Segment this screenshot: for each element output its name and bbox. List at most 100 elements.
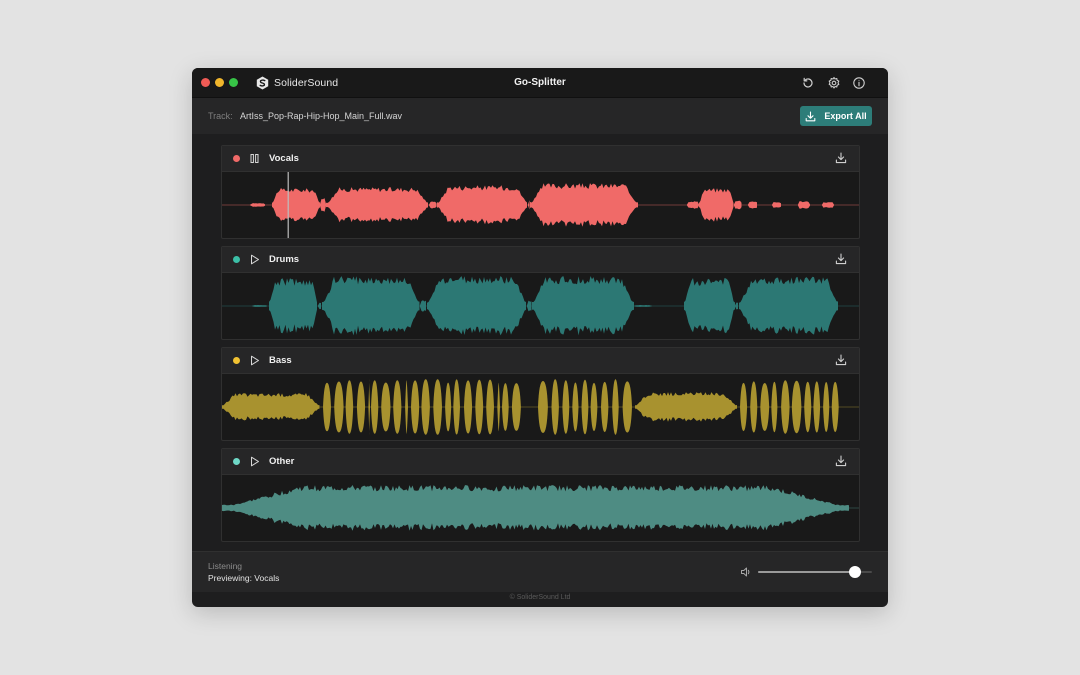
waveform-pulse (551, 379, 559, 435)
play-icon[interactable] (249, 355, 260, 366)
waveform-pulse (464, 380, 473, 434)
pause-icon[interactable] (249, 153, 260, 164)
stem-other: Other (221, 448, 860, 542)
waveform-pulse (740, 382, 748, 432)
stem-header: Vocals (222, 146, 859, 172)
waveform-segment (734, 200, 742, 210)
waveform-segment (822, 202, 834, 208)
download-icon[interactable] (835, 253, 847, 265)
waveform[interactable] (222, 172, 859, 238)
status-label: Listening (208, 561, 243, 571)
waveform-pulse (823, 382, 830, 432)
waveform-pulse (345, 380, 354, 434)
waveform-segment (222, 393, 320, 421)
waveform-pulse (445, 382, 452, 432)
waveform-segment (687, 201, 699, 209)
download-icon[interactable] (835, 455, 847, 467)
waveform-pulse (381, 382, 391, 432)
play-icon[interactable] (249, 456, 260, 467)
stem-bass: Bass (221, 347, 860, 441)
stem-color-dot (233, 155, 240, 162)
waveform-segment (532, 276, 634, 336)
play-icon[interactable] (249, 254, 260, 265)
stem-color-dot (233, 256, 240, 263)
waveform-segment (699, 188, 734, 222)
stem-header: Bass (222, 348, 859, 374)
track-label: Track: (208, 111, 233, 121)
waveform-pulse (804, 381, 812, 433)
waveform-pulse (612, 379, 619, 435)
waveform-pulse (760, 383, 770, 431)
stem-header: Drums (222, 247, 859, 273)
waveform-segment (326, 187, 428, 223)
waveform-segment (735, 302, 738, 310)
waveform-pulse (433, 379, 442, 435)
waveform-pulse (356, 381, 366, 433)
waveform[interactable] (222, 475, 859, 541)
waveform-segment (420, 300, 426, 312)
waveform-pulse (371, 380, 379, 434)
download-icon[interactable] (835, 354, 847, 366)
waveform-pulse (750, 381, 758, 433)
speaker-icon[interactable] (740, 566, 752, 578)
waveform-pulse (538, 381, 548, 433)
volume-fill (758, 571, 855, 573)
app-window: SoliderSound Go-Splitter Track: ArtIss_P (192, 68, 888, 607)
waveform-segment (437, 185, 527, 225)
waveform-segment (222, 485, 849, 531)
stem-color-dot (233, 357, 240, 364)
waveform-segment (318, 302, 321, 310)
waveform-pulse (511, 383, 521, 431)
volume-thumb[interactable] (848, 566, 861, 578)
waveform-pulse (486, 379, 494, 435)
stem-name: Bass (269, 355, 292, 366)
waveform-pulse (581, 379, 589, 435)
waveform-segment (269, 278, 317, 334)
waveform-pulse (497, 382, 500, 432)
waveform-pulse (572, 382, 579, 432)
export-all-button[interactable]: Export All (800, 106, 872, 126)
waveform[interactable] (222, 273, 859, 339)
waveform-pulse (475, 379, 484, 435)
waveform-segment (739, 276, 838, 335)
waveform-pulse (813, 381, 821, 433)
waveform-pulse (771, 381, 778, 433)
waveform-pulse (562, 380, 570, 434)
stem-name: Other (269, 456, 295, 467)
waveform[interactable] (222, 374, 859, 440)
undo-icon[interactable] (801, 76, 815, 90)
waveform-pulse (405, 380, 408, 434)
waveform-segment (272, 188, 320, 222)
volume-slider[interactable] (758, 566, 872, 578)
waveform-pulse (590, 382, 598, 432)
waveform-segment (772, 202, 781, 208)
info-icon[interactable] (852, 76, 866, 90)
waveform-pulse (368, 379, 370, 435)
waveform-pulse (781, 380, 790, 434)
stem-color-dot (233, 458, 240, 465)
download-icon[interactable] (835, 152, 847, 164)
waveform-segment (527, 300, 532, 312)
gear-icon[interactable] (827, 76, 841, 90)
waveform-pulse (411, 380, 420, 434)
track-bar: Track: ArtIss_Pop-Rap-Hip-Hop_Main_Full.… (192, 98, 888, 134)
waveform-pulse (831, 381, 839, 433)
stem-header: Other (222, 449, 859, 475)
waveform-segment (684, 278, 735, 334)
copyright: © SoliderSound Ltd (509, 594, 571, 601)
track-filename: ArtIss_Pop-Rap-Hip-Hop_Main_Full.wav (240, 111, 403, 121)
waveform-pulse (421, 379, 430, 435)
waveform-segment (250, 203, 265, 207)
waveform-segment (798, 201, 810, 209)
waveform-segment (252, 305, 267, 307)
title-bar: SoliderSound Go-Splitter (192, 68, 888, 98)
status-value: Previewing: Vocals (208, 573, 280, 583)
stem-drums: Drums (221, 246, 860, 340)
waveform-pulse (334, 381, 344, 433)
app-title: Go-Splitter (514, 77, 566, 88)
stem-name: Drums (269, 254, 300, 265)
waveform-pulse (791, 380, 802, 434)
waveform-pulse (393, 380, 402, 434)
waveform-segment (429, 201, 437, 209)
waveform-segment (528, 200, 530, 210)
